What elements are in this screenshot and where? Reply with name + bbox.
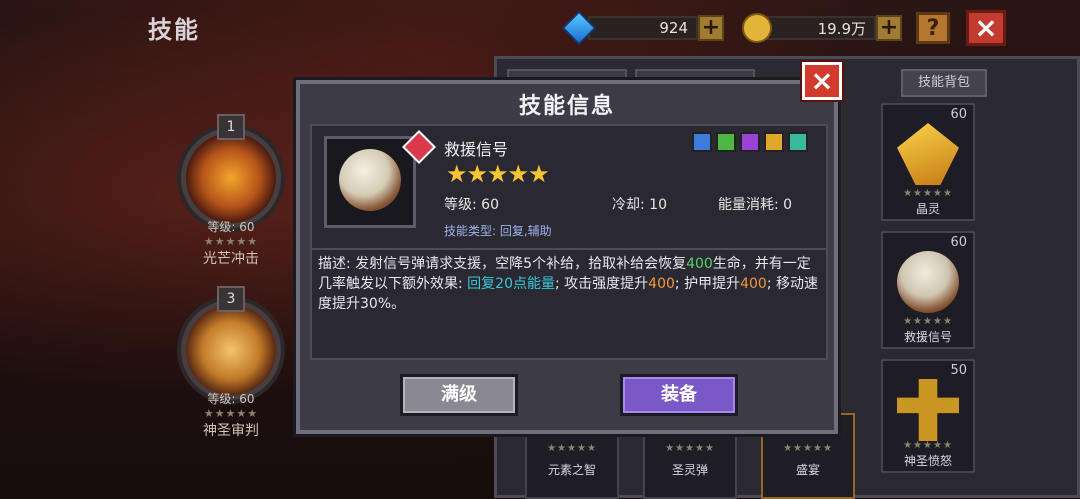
skill-level: 等级: 60 [444,197,499,213]
card-level: 50 [950,363,967,378]
rarity-gem-icon [402,130,436,164]
radiant-burst-icon [181,128,281,228]
card-stars: ★★★★★ [547,443,597,454]
skill-name: 光芒冲击 [203,251,259,267]
skill-card-holy-wrath[interactable]: 50 ★★★★★ 神圣愤怒 [881,359,975,473]
skill-name: 救援信号 [444,140,509,159]
add-gold-button[interactable]: + [876,15,902,41]
skill-detail-panel: 救援信号 ★★★★★ 等级: 60 冷却: 10 能量消耗: 0 技能类型: 回… [310,124,828,360]
skill-level: 等级: 60 [207,392,255,406]
skill-level: 等级: 60 [207,220,255,234]
desc-text: ; 攻击强度提升 [555,276,649,292]
crystal-icon [897,123,959,185]
page-title: 技能 [148,16,200,44]
divider [312,248,826,250]
card-name: 晶灵 [915,202,940,216]
max-level-button[interactable]: 满级 [400,374,518,416]
skill-tag-icons [692,132,808,152]
holy-cross-icon [897,379,959,441]
trident-tag-icon [764,132,784,152]
equipped-skill-slot-1[interactable]: 1 等级: 60 ★★★★★ 光芒冲击 [176,114,286,268]
close-screen-button[interactable]: × [966,10,1006,46]
skill-name: 神圣审判 [203,423,259,439]
help-button[interactable]: ? [916,12,950,44]
skill-icon-frame [324,130,436,228]
card-stars: ★★★★★ [903,188,953,199]
gem-amount: 924 [588,16,698,40]
card-stars: ★★★★★ [783,443,833,454]
card-level: 60 [950,235,967,250]
wand-tag-icon [788,132,808,152]
dialog-title: 技能信息 [518,94,615,119]
desc-highlight-energy: 回复20点能量 [467,276,555,292]
shield-tag-icon [692,132,712,152]
gold-coin-icon [742,13,772,43]
desc-text: ; 护甲提升 [674,276,741,292]
desc-highlight-attack: 400 [648,276,675,292]
holy-judgement-icon [181,300,281,400]
card-name: 圣灵弹 [671,463,708,477]
gem-counter: 924 + [562,11,724,45]
skill-info-dialog: 技能信息 × 救援信号 ★★★★★ 等级: 60 冷却: 10 能量消耗: 0 … [296,62,842,434]
desc-text: 描述: 发射信号弹请求支援，空降5个补给，拾取补给会恢复 [318,256,687,272]
equipped-skill-slot-3[interactable]: 3 等级: 60 ★★★★★ 神圣审判 [176,286,286,440]
card-level: 60 [950,107,967,122]
card-stars: ★★★★★ [903,440,953,451]
skill-stars: ★★★★★ [446,160,550,188]
sword-tag-icon [716,132,736,152]
card-name: 盛宴 [795,463,820,477]
skill-stars: ★★★★★ [203,235,259,248]
desc-highlight-heal: 400 [686,256,713,272]
skill-description: 描述: 发射信号弹请求支援，空降5个补给，拾取补给会恢复400生命，并有一定几率… [318,254,818,314]
card-stars: ★★★★★ [903,316,953,327]
boot-tag-icon [740,132,760,152]
skill-card-rescue-signal[interactable]: 60 ★★★★★ 救援信号 [881,231,975,349]
card-name: 救援信号 [903,330,952,344]
gold-counter: 19.9万 + [742,12,902,44]
skill-card-crystal[interactable]: 60 ★★★★★ 晶灵 [881,103,975,221]
skill-cooldown: 冷却: 10 [612,197,667,213]
add-gems-button[interactable]: + [698,15,724,41]
skill-energy-cost: 能量消耗: 0 [718,197,793,213]
dialog-close-button[interactable]: × [802,62,842,100]
card-name: 神圣愤怒 [903,454,952,468]
skill-type: 技能类型: 回复,辅助 [444,224,552,238]
desc-highlight-armor: 400 [740,276,767,292]
skill-bag-button[interactable]: 技能背包 [901,69,987,97]
card-stars: ★★★★★ [665,443,715,454]
slot-number: 1 [217,114,245,140]
card-name: 元素之智 [547,463,596,477]
rescue-signal-icon [897,251,959,313]
equip-button[interactable]: 装备 [620,374,738,416]
skill-stars: ★★★★★ [203,407,259,420]
slot-number: 3 [217,286,245,312]
gold-amount: 19.9万 [766,16,876,40]
rescue-signal-icon [339,149,401,211]
